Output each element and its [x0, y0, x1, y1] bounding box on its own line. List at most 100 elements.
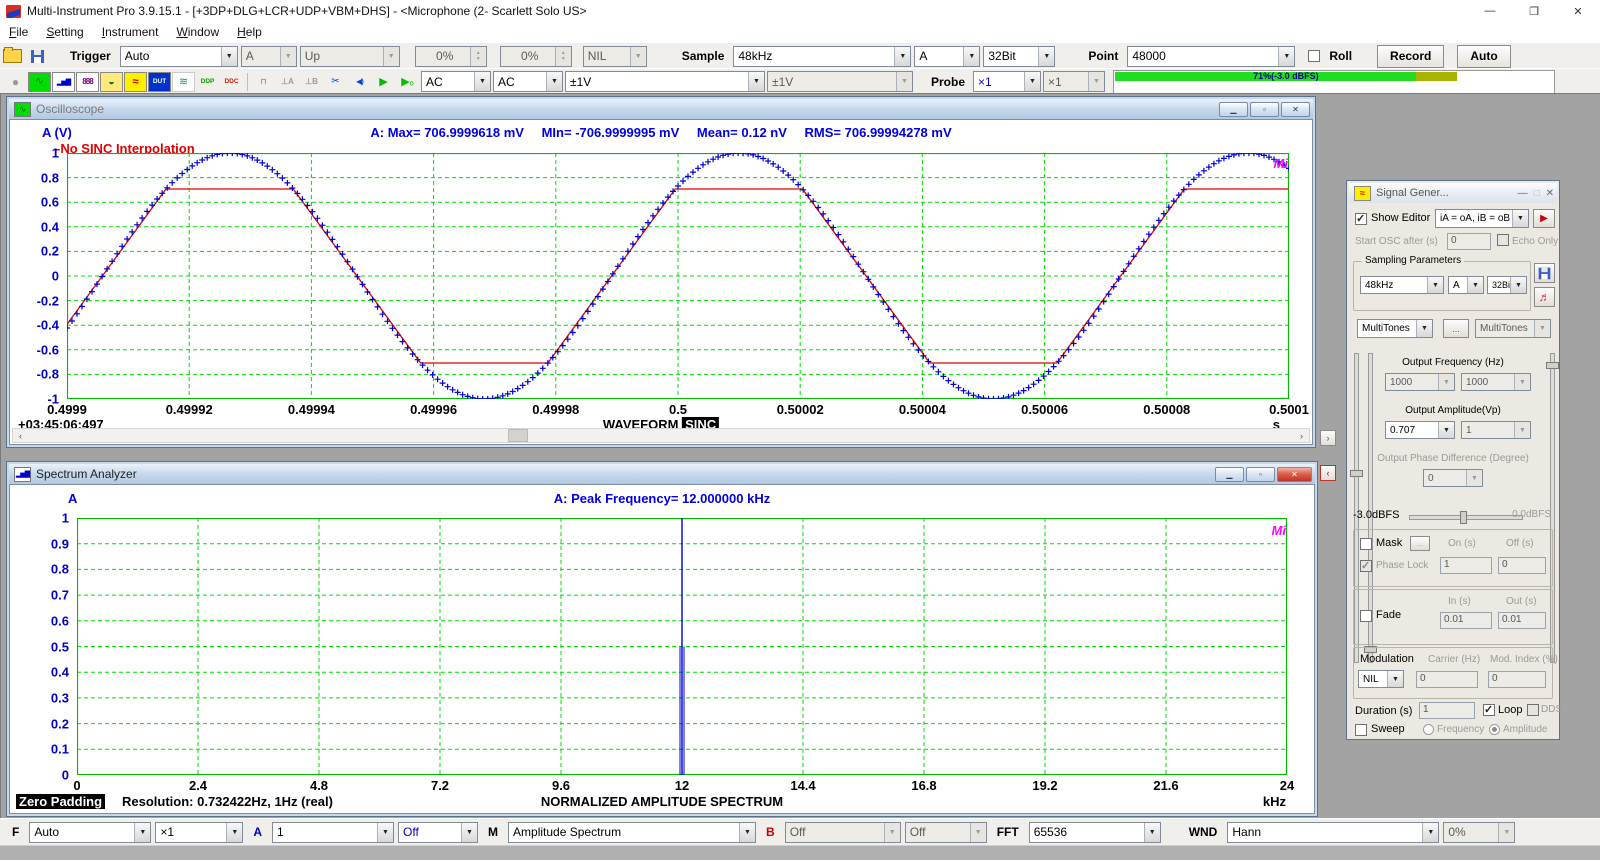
music-note-icon[interactable]: ♬ — [1534, 287, 1555, 307]
phase-difference-label: Output Phase Difference (Degree) — [1377, 453, 1529, 464]
tick-label: 0.49992 — [166, 402, 213, 417]
chevron-down-icon: ▼ — [748, 72, 764, 91]
save-icon[interactable] — [31, 50, 44, 63]
fader-right-handle[interactable] — [1546, 362, 1559, 369]
modulation-type-select[interactable]: NIL▼ — [1358, 670, 1404, 688]
close-icon[interactable]: ✕ — [1556, 5, 1600, 18]
multimeter-icon[interactable]: 888 — [76, 72, 99, 92]
signal-generator-icon[interactable]: ≈ — [124, 72, 147, 92]
freq-mode-select[interactable]: Auto▼ — [29, 822, 151, 843]
mdi-scroll-right-icon[interactable]: › — [1320, 430, 1336, 446]
range-a-select[interactable]: ±1V▼ — [565, 71, 765, 92]
sample-rate-select[interactable]: 48kHz▼ — [733, 46, 911, 67]
run-loop-icon[interactable]: ▶ₒ — [396, 72, 419, 92]
coupling-a-select[interactable]: AC▼ — [421, 71, 491, 92]
calibration-icon[interactable]: ✂ — [324, 72, 347, 92]
coupling-b-select[interactable]: AC▼ — [493, 71, 563, 92]
mdi-client-area: ∿ Oscilloscope ▁ ▫ ✕ A (V) A: Max= 706.9… — [0, 93, 1600, 818]
tick-label: -0.2 — [37, 293, 59, 308]
scroll-left-icon[interactable]: ‹ — [13, 429, 28, 442]
loop-checkbox[interactable] — [1483, 704, 1495, 716]
device-test-plan-icon[interactable]: DUT — [148, 72, 171, 92]
chevron-down-icon: ▼ — [1466, 470, 1482, 486]
minimize-icon[interactable]: ▁ — [1219, 102, 1248, 117]
spec-x-axis: 02.44.87.29.61214.416.819.221.624 — [77, 778, 1287, 793]
close-icon[interactable]: ✕ — [1281, 102, 1310, 117]
input-a-off-icon[interactable]: ⊥A — [276, 72, 299, 92]
oscilloscope-icon[interactable]: ∿ — [28, 72, 51, 92]
spectrum-analyzer-icon[interactable]: ▂▅▇ — [52, 72, 75, 92]
menu-help[interactable]: Help — [228, 25, 271, 39]
siggen-save-icon[interactable] — [1534, 263, 1555, 283]
x-mult-select[interactable]: ×1▼ — [155, 822, 243, 843]
sound-device-icon[interactable]: ◀) — [348, 72, 371, 92]
a-scale-select[interactable]: 1▼ — [272, 822, 394, 843]
roll-checkbox[interactable] — [1308, 50, 1320, 62]
siggen-channel-select[interactable]: A▼ — [1448, 276, 1484, 294]
chevron-down-icon: ▼ — [546, 72, 562, 91]
siggen-rate-select[interactable]: 48kHz▼ — [1360, 276, 1444, 294]
tick-label: 0.50006 — [1021, 402, 1068, 417]
fade-checkbox[interactable] — [1360, 610, 1372, 622]
input-b-off-icon[interactable]: ⊥B — [300, 72, 323, 92]
mask-checkbox[interactable] — [1360, 538, 1372, 550]
oscilloscope-titlebar[interactable]: ∿ Oscilloscope ▁ ▫ ✕ — [9, 99, 1313, 119]
sample-bits-select[interactable]: 32Bit▼ — [983, 46, 1055, 67]
scroll-right-icon[interactable]: › — [1294, 429, 1309, 442]
menu-file[interactable]: File — [0, 25, 37, 39]
siggen-bits-select[interactable]: 32Bit▼ — [1487, 276, 1527, 294]
sweep-checkbox[interactable] — [1355, 724, 1367, 736]
menu-window[interactable]: Window — [167, 25, 228, 39]
restore-icon[interactable]: ▫ — [1250, 102, 1279, 117]
close-icon[interactable]: ✕ — [1277, 467, 1312, 482]
waveform-a-select[interactable]: MultiTones▼ — [1357, 319, 1433, 338]
measurement-select[interactable]: Amplitude Spectrum▼ — [508, 822, 756, 843]
minimize-icon[interactable]: — — [1518, 188, 1528, 199]
scrollbar-thumb[interactable] — [508, 429, 528, 442]
open-file-icon[interactable] — [3, 49, 22, 63]
close-icon[interactable]: ✕ — [1546, 188, 1554, 199]
fft-size-select[interactable]: 65536▼ — [1029, 822, 1161, 843]
restore-icon[interactable]: ▫ — [1246, 467, 1275, 482]
menu-instrument[interactable]: Instrument — [93, 25, 168, 39]
toolbar-separator — [247, 73, 248, 91]
routing-select[interactable]: iA = oA, iB = oB▼ — [1435, 209, 1529, 228]
dbfs-slider-handle[interactable] — [1460, 511, 1467, 524]
ddc-array-viewer-icon[interactable]: DDC — [220, 72, 243, 92]
chevron-down-icon: ▼ — [1422, 823, 1438, 842]
record-icon[interactable]: ● — [4, 72, 27, 92]
derived-data-curve-icon[interactable]: ≋ — [172, 72, 195, 92]
chevron-down-icon: ▼ — [884, 823, 900, 842]
points-select[interactable]: 48000▼ — [1127, 46, 1295, 67]
record-button[interactable]: Record — [1377, 45, 1444, 68]
window-function-select[interactable]: Hann▼ — [1227, 822, 1439, 843]
zero-padding-badge[interactable]: Zero Padding — [16, 794, 105, 809]
auto-button[interactable]: Auto — [1457, 45, 1510, 68]
amplitude-a-select[interactable]: 0.707▼ — [1385, 421, 1455, 439]
display-toolbar: F Auto▼ ×1▼ A 1▼ Off▼ M Amplitude Spectr… — [0, 818, 1600, 846]
spectrum-3d-plot-icon[interactable]: ◒ — [100, 72, 123, 92]
probe-a-select[interactable]: ×1▼ — [973, 71, 1041, 92]
dbfs-slider-track[interactable] — [1409, 515, 1523, 520]
fade-in-input: 0.01 — [1440, 612, 1492, 629]
restore-icon[interactable]: ❐ — [1512, 5, 1556, 18]
multitones-edit-button[interactable]: ... — [1443, 319, 1469, 338]
minimize-icon[interactable]: ▁ — [1215, 467, 1244, 482]
siggen-run-button[interactable]: ▶ — [1533, 209, 1555, 228]
fader-a-handle[interactable] — [1350, 470, 1363, 477]
mod-index-label: Mod. Index (%) — [1490, 654, 1558, 665]
osc-h-scrollbar[interactable]: ‹ › — [12, 428, 1310, 443]
show-editor-checkbox[interactable] — [1355, 213, 1367, 225]
spectrum-titlebar[interactable]: ▂▅▇ Spectrum Analyzer ▁ ▫ ✕ — [9, 464, 1315, 484]
trigger-mode-select[interactable]: Auto▼ — [120, 46, 238, 67]
mdi-scroll-left-icon[interactable]: ‹ — [1320, 465, 1336, 481]
ddp-viewer-icon[interactable]: DDP — [196, 72, 219, 92]
run-icon[interactable]: ▶ — [372, 72, 395, 92]
menu-setting[interactable]: Setting — [37, 25, 92, 39]
sample-channel-select[interactable]: A▼ — [914, 46, 980, 67]
siggen-titlebar[interactable]: ≈ Signal Gener... — □ ✕ — [1349, 183, 1557, 203]
a-off-select[interactable]: Off▼ — [398, 822, 478, 843]
probe-icon[interactable]: ⊓ — [252, 72, 275, 92]
tick-label: 0.49996 — [410, 402, 457, 417]
minimize-icon[interactable]: — — [1468, 5, 1512, 18]
